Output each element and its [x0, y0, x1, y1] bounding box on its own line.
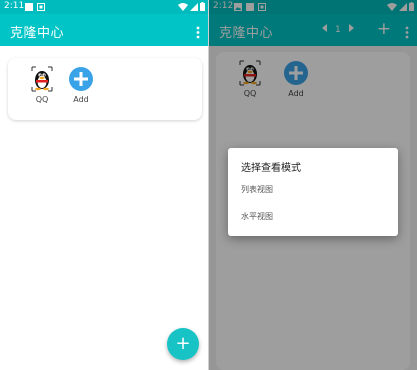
- status-bar: 2:11: [0, 0, 208, 14]
- page-title: 克隆中心: [10, 26, 65, 41]
- status-icons: [178, 2, 205, 11]
- dialog-title: 选择查看模式: [241, 163, 301, 174]
- penguin-icon: [29, 66, 55, 92]
- plus-circle-icon: [68, 66, 94, 92]
- app-item-qq[interactable]: QQ: [24, 66, 60, 104]
- battery-icon: [200, 2, 205, 11]
- app-label: QQ: [35, 95, 49, 104]
- app-grid-card: QQ Add: [8, 58, 202, 120]
- list-view-option[interactable]: 列表视图: [241, 184, 391, 200]
- left-screen: 2:11 克隆中心 QQ Add +: [0, 0, 208, 370]
- add-fab-button[interactable]: +: [167, 328, 199, 360]
- app-label: Add: [73, 95, 89, 104]
- horizontal-view-option[interactable]: 水平视图: [241, 211, 391, 227]
- wifi-icon: [178, 2, 188, 11]
- right-screen: 2:12 克隆中心 1 + QQ Add 选择查看模式 列表视图 水平视图: [209, 0, 417, 370]
- signal-icon: [190, 2, 198, 11]
- more-menu-icon[interactable]: [196, 24, 200, 39]
- notification-icon: [25, 3, 33, 11]
- app-item-add[interactable]: Add: [63, 66, 99, 104]
- status-time: 2:11: [4, 1, 25, 11]
- notification-icon: [37, 3, 45, 11]
- app-bar: 克隆中心: [0, 14, 208, 46]
- view-mode-dialog: 选择查看模式 列表视图 水平视图: [228, 148, 398, 236]
